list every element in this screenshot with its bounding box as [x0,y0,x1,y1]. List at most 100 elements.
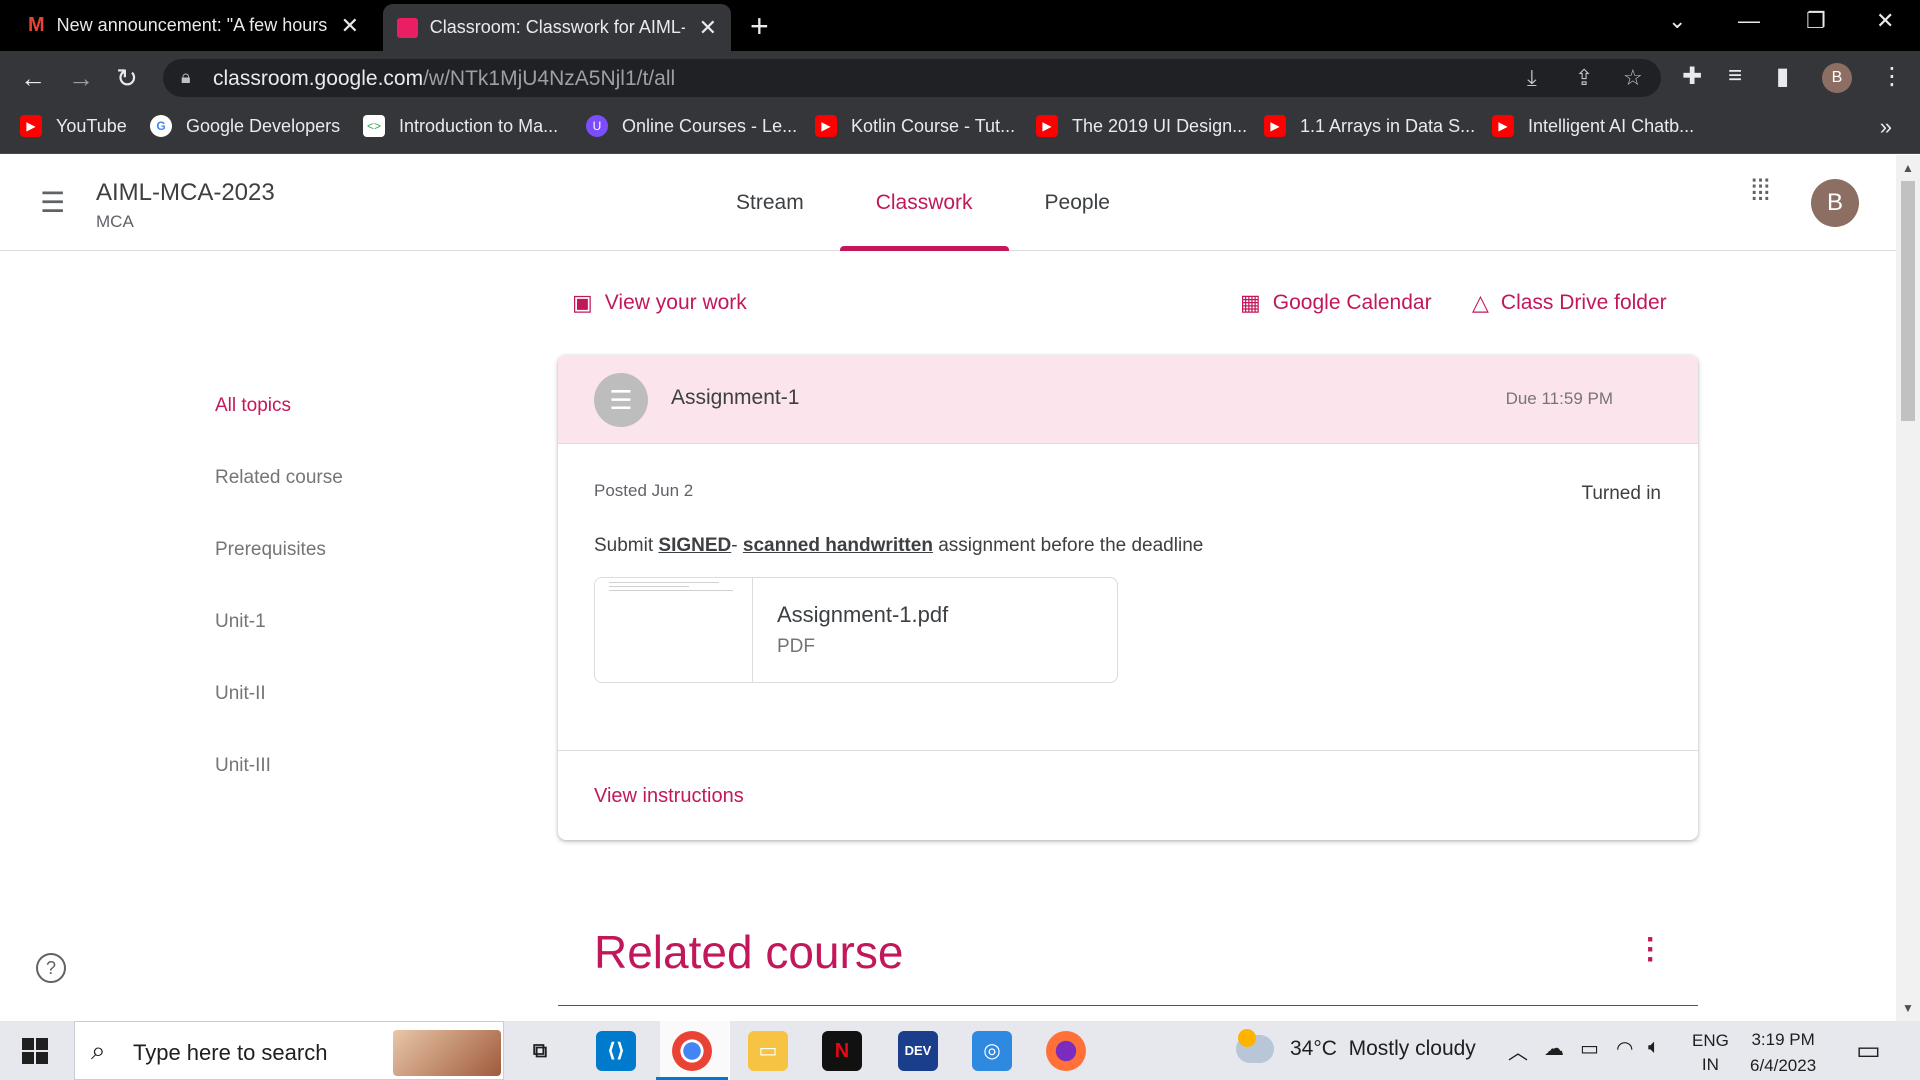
cloudy-weather-icon [1236,1029,1274,1063]
bookmark-ui-design[interactable]: ▶ The 2019 UI Design... [1036,115,1247,137]
url-text: classroom.google.com/w/NTk1MjU4NzA5Njl1/… [213,67,676,90]
pdf-thumbnail [595,578,753,682]
file-explorer-icon[interactable]: ▭ [748,1031,788,1071]
weather-widget[interactable]: 34°C Mostly cloudy [1236,1029,1476,1063]
attachment-name: Assignment-1.pdf [777,602,949,627]
scroll-up-icon[interactable]: ▲ [1902,161,1914,175]
scroll-down-icon[interactable]: ▼ [1902,1001,1914,1015]
new-tab-icon[interactable]: + [750,8,769,45]
bookmark-ai-chatbot[interactable]: ▶ Intelligent AI Chatb... [1492,115,1694,137]
tab-classwork[interactable]: Classwork [839,155,1009,251]
chevron-up-icon[interactable]: ︿ [1508,1036,1528,1065]
drive-icon: △ [1472,290,1489,315]
forward-icon[interactable]: → [68,63,94,94]
youtube-icon: ▶ [20,115,42,137]
task-view-icon[interactable]: ⧉ [520,1031,560,1071]
minimize-icon[interactable]: — [1738,8,1760,34]
topic-unit-1[interactable]: Unit-1 [215,611,266,633]
class-drive-folder-link[interactable]: △ Class Drive folder [1472,290,1667,316]
topic-unit-3[interactable]: Unit-III [215,755,271,777]
classroom-icon [397,17,418,38]
window-close-icon[interactable]: ✕ [1876,8,1894,34]
tab-title: New announcement: "A few hours left [56,15,327,35]
more-bookmarks-icon[interactable]: » [1880,114,1892,140]
bookmarks-bar: ▶ YouTube G Google Developers <> Introducti… [0,104,1920,154]
section-title: Related course [594,926,904,978]
classroom-page: ☰ AIML-MCA-2023 MCA Stream Classwork Peo… [0,155,1896,1021]
more-vert-icon[interactable]: · · · [1646,925,1656,975]
google-apps-icon[interactable]: ⁞⁞⁞ [1750,176,1771,206]
assignment-instructions: Submit SIGNED- scanned handwritten assig… [594,535,1204,556]
media-control-icon[interactable]: ≡ [1728,62,1742,90]
attachment-card[interactable]: Assignment-1.pdf PDF [594,577,1118,683]
browser-tab-strip: M New announcement: "A few hours left ✕ … [0,0,1920,51]
topic-related-course[interactable]: Related course [215,467,343,489]
avatar[interactable]: B [1811,179,1859,227]
reload-icon[interactable]: ↻ [116,63,138,94]
search-placeholder: Type here to search [133,1040,328,1065]
courses-icon: U [586,115,608,137]
netflix-icon[interactable]: N [822,1031,862,1071]
gmail-icon: M [28,14,45,36]
windows-start-icon[interactable] [22,1038,48,1064]
language-indicator[interactable]: ENG IN [1692,1029,1729,1077]
battery-icon[interactable]: ▭ [1580,1036,1599,1061]
tab-people[interactable]: People [1009,155,1146,251]
bookmark-star-icon[interactable]: ☆ [1623,65,1643,91]
assignment-ind-icon: ▣ [572,290,593,315]
extensions-icon[interactable]: ✚ [1682,62,1702,91]
app-icon[interactable]: ◎ [972,1031,1012,1071]
topic-prerequisites[interactable]: Prerequisites [215,539,326,561]
bookmark-arrays[interactable]: ▶ 1.1 Arrays in Data S... [1264,115,1475,137]
help-icon[interactable]: ? [36,953,66,983]
profile-avatar[interactable]: B [1822,63,1852,93]
vscode-icon[interactable]: ⟨⟩ [596,1031,636,1071]
view-your-work-link[interactable]: ▣ View your work [572,290,747,316]
notification-icon[interactable]: ▭ [1856,1035,1881,1066]
tab-classroom[interactable]: Classroom: Classwork for AIML-MCA-2023 M… [383,4,731,51]
youtube-icon: ▶ [1036,115,1058,137]
bookmark-kotlin[interactable]: ▶ Kotlin Course - Tut... [815,115,1015,137]
google-calendar-link[interactable]: ▦ Google Calendar [1240,290,1432,316]
taskbar-search[interactable]: ⌕ Type here to search [74,1021,504,1080]
wifi-icon[interactable]: ◠ [1616,1036,1633,1061]
close-icon[interactable]: ✕ [699,15,717,41]
scroll-thumb[interactable] [1901,181,1915,421]
browser-toolbar: ← → ↻ 🔒︎ classroom.google.com/w/NTk1MjU4… [0,51,1920,104]
dev-cpp-icon[interactable]: DEV [898,1031,938,1071]
hamburger-menu-icon[interactable]: ☰ [40,189,65,217]
view-instructions-link[interactable]: View instructions [594,785,744,808]
close-icon[interactable]: ✕ [341,13,359,39]
assignment-header[interactable]: ☰ Assignment-1 Due 11:59 PM [558,355,1698,444]
page-scrollbar[interactable]: ▲ ▼ [1896,155,1920,1021]
bookmark-google-developers[interactable]: G Google Developers [150,115,340,137]
class-name[interactable]: AIML-MCA-2023 [96,179,275,207]
status-badge: Turned in [1581,483,1661,504]
topic-unit-2[interactable]: Unit-II [215,683,266,705]
clock[interactable]: 3:19 PM 6/4/2023 [1750,1027,1816,1079]
tab-search-icon[interactable]: ⌄ [1668,8,1686,34]
install-icon[interactable]: ⤓ [1527,65,1537,91]
volume-icon[interactable]: 🔈︎ [1648,1036,1660,1059]
firefox-icon[interactable] [1046,1031,1086,1071]
tab-gmail[interactable]: M New announcement: "A few hours left ✕ [14,0,374,51]
card-footer: View instructions [558,750,1698,840]
bookmark-youtube[interactable]: ▶ YouTube [20,115,127,137]
chrome-icon[interactable] [656,1031,728,1080]
menu-kebab-icon[interactable]: ⋮ [1880,62,1904,91]
bookmark-online-courses[interactable]: U Online Courses - Le... [586,115,797,137]
topic-all-topics[interactable]: All topics [215,395,291,417]
posted-date: Posted Jun 2 [594,481,694,500]
address-bar[interactable]: 🔒︎ classroom.google.com/w/NTk1MjU4NzA5Nj… [163,59,1661,97]
tab-stream[interactable]: Stream [700,155,840,251]
share-icon[interactable]: ⇪ [1575,65,1593,91]
youtube-icon: ▶ [1264,115,1286,137]
search-icon: ⌕ [91,1035,106,1065]
side-panel-icon[interactable]: ▮ [1776,62,1789,91]
bookmark-intro[interactable]: <> Introduction to Ma... [363,115,558,137]
class-section: MCA [96,212,134,231]
restore-icon[interactable]: ❐ [1806,8,1826,34]
assignment-due: Due 11:59 PM [1505,389,1613,408]
onedrive-icon[interactable]: ☁ [1544,1036,1564,1061]
back-icon[interactable]: ← [20,63,46,94]
